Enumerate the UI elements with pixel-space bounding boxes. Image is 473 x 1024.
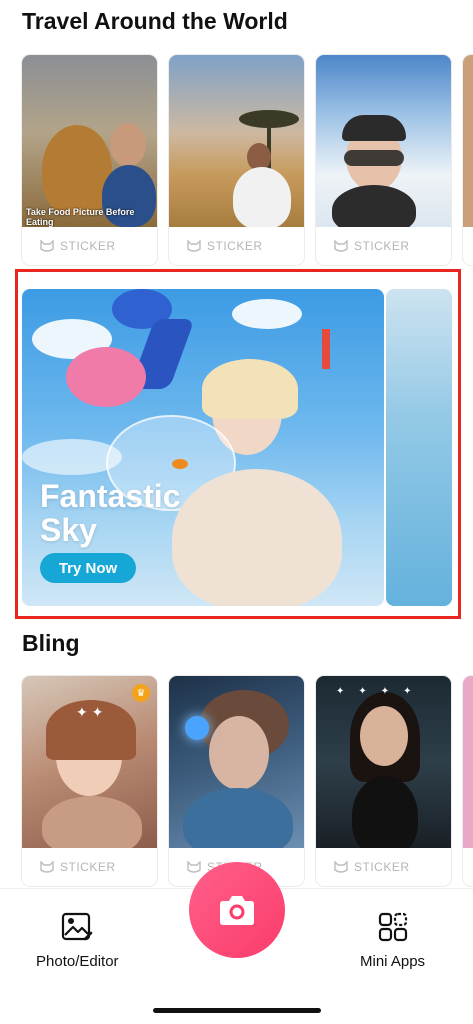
card-thumbnail	[169, 676, 304, 848]
travel-card-lion[interactable]: Take Food Picture Before Eating STICKER	[22, 55, 157, 265]
woman-face	[209, 716, 269, 790]
sticker-label: STICKER	[60, 239, 116, 253]
sticker-tag: STICKER	[316, 848, 451, 886]
cloud	[232, 299, 302, 329]
card-thumbnail	[169, 55, 304, 227]
light-flare	[185, 716, 209, 740]
sparkle-icon: ✦ ✦	[76, 704, 104, 720]
denim-jacket	[183, 788, 293, 848]
travel-card-row: Take Food Picture Before Eating STICKER …	[22, 55, 473, 265]
woman-jacket	[332, 185, 416, 227]
sticker-icon	[187, 861, 201, 873]
bling-card-2[interactable]: STICKER	[169, 676, 304, 886]
banner-title: Fantastic Sky	[40, 479, 180, 547]
sticker-icon	[334, 861, 348, 873]
woman-hair	[202, 359, 298, 419]
woman-top	[172, 469, 342, 606]
camera-button[interactable]	[189, 862, 285, 958]
black-dress	[352, 776, 418, 848]
card-thumbnail: ♛ ✦ ✦	[22, 676, 157, 848]
sticker-tag: STICKER	[169, 227, 304, 265]
sticker-label: STICKER	[354, 239, 410, 253]
woman-body	[42, 796, 142, 848]
bling-card-row: ♛ ✦ ✦ STICKER STICKER ✦✦✦✦ STIC	[22, 676, 473, 886]
home-indicator	[153, 1008, 321, 1013]
banner-next-peek[interactable]	[386, 289, 452, 606]
tab-photo-editor[interactable]: Photo/Editor	[36, 911, 119, 970]
travel-card-savanna[interactable]: STICKER	[169, 55, 304, 265]
small-kite	[322, 329, 330, 369]
bling-card-3[interactable]: ✦✦✦✦ STICKER	[316, 676, 451, 886]
sticker-icon	[334, 240, 348, 252]
card-caption: Take Food Picture Before Eating	[26, 207, 135, 227]
fantastic-sky-banner[interactable]: Fantastic Sky Try Now	[22, 289, 384, 606]
sticker-icon	[40, 240, 54, 252]
mini-apps-icon	[378, 912, 407, 942]
card-thumbnail: ✦✦✦✦	[316, 676, 451, 848]
sticker-label: STICKER	[60, 860, 116, 874]
fish-kite	[66, 347, 146, 407]
bling-card-1[interactable]: ♛ ✦ ✦ STICKER	[22, 676, 157, 886]
banner-title-line1: Fantastic	[40, 478, 181, 514]
travel-card-peek[interactable]	[463, 55, 473, 265]
tab-mini-apps[interactable]: Mini Apps	[360, 911, 425, 970]
sticker-label: STICKER	[207, 239, 263, 253]
banner-title-line2: Sky	[40, 512, 97, 548]
tab-photo-editor-label: Photo/Editor	[36, 953, 119, 970]
woman-face	[360, 706, 408, 766]
sparkle-icon: ✦✦✦✦	[336, 686, 426, 697]
goldfish	[172, 459, 188, 469]
premium-crown-icon: ♛	[132, 684, 150, 702]
travel-card-snow[interactable]: STICKER	[316, 55, 451, 265]
sticker-tag: STICKER	[22, 227, 157, 265]
card-thumbnail	[463, 676, 473, 848]
camera-icon	[220, 896, 254, 925]
sunglasses	[344, 150, 404, 166]
bling-card-peek[interactable]	[463, 676, 473, 886]
man-face	[110, 123, 146, 167]
sticker-icon	[187, 240, 201, 252]
sticker-icon	[40, 861, 54, 873]
photo-edit-icon	[62, 912, 93, 941]
try-now-button[interactable]: Try Now	[40, 553, 136, 583]
section-title-travel: Travel Around the World	[22, 8, 288, 34]
sticker-label: STICKER	[354, 860, 410, 874]
tab-mini-apps-label: Mini Apps	[360, 953, 426, 970]
card-thumbnail: Take Food Picture Before Eating	[22, 55, 157, 227]
sticker-tag: STICKER	[316, 227, 451, 265]
beanie	[342, 115, 406, 141]
card-thumbnail	[316, 55, 451, 227]
man-shirt	[233, 167, 291, 227]
section-title-bling: Bling	[22, 630, 80, 656]
card-thumbnail	[463, 55, 473, 227]
sticker-tag: STICKER	[22, 848, 157, 886]
